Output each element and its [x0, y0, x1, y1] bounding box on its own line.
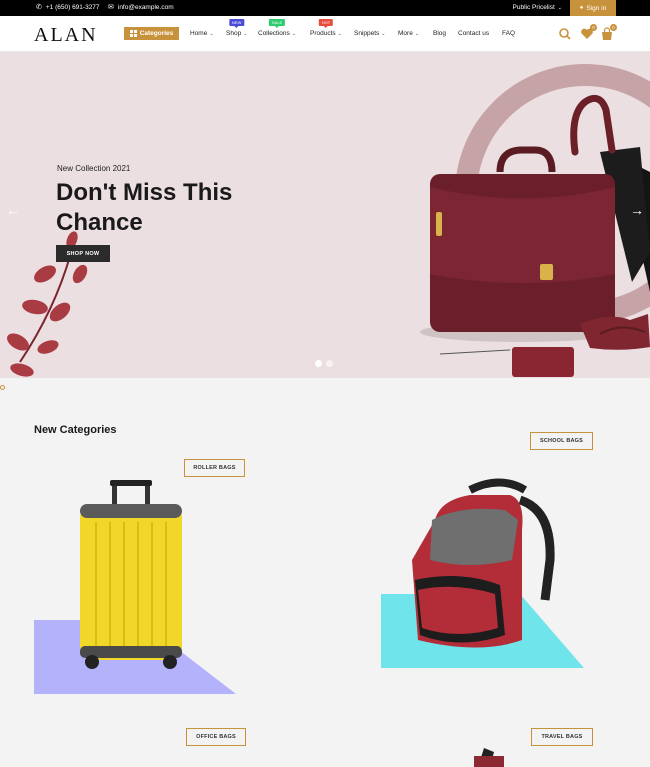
roller-bag: [80, 480, 182, 669]
travel-bag-handle: [474, 748, 504, 767]
office-bags-button[interactable]: OFFICE BAGS: [186, 728, 246, 746]
roller-bags-button[interactable]: ROLLER BAGS: [184, 459, 245, 477]
category-scene: [34, 478, 584, 767]
school-bags-button[interactable]: SCHOOL BAGS: [530, 432, 593, 450]
travel-bags-button[interactable]: TRAVEL BAGS: [531, 728, 593, 746]
